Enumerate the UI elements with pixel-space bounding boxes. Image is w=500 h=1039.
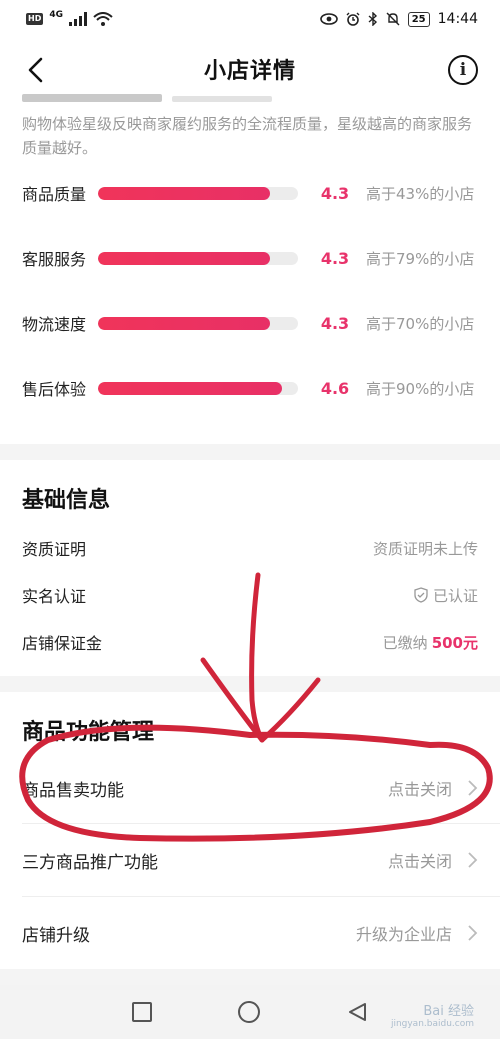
function-action[interactable]: 点击关闭 [388,776,452,800]
rating-bar-fill [98,251,270,265]
rating-bar [98,316,298,330]
section-gap [0,444,500,460]
rating-bar-fill [98,381,282,395]
info-value-wrap: 已缴纳 500元 [383,632,478,653]
home-icon[interactable] [238,1001,260,1023]
bluetooth-icon [368,12,377,26]
info-label: 实名认证 [22,587,87,606]
back-triangle-icon[interactable] [346,1001,368,1023]
info-value: 资质证明未上传 [372,539,478,558]
rating-row: 商品质量 4.3 高于43%的小店 [22,178,482,208]
back-chevron-icon[interactable] [18,52,54,88]
function-action-wrap: 点击关闭 [388,776,478,800]
watermark-sub: jingyan.baidu.com [390,1019,474,1029]
rating-label: 物流速度 [22,315,87,334]
function-action-wrap: 点击关闭 [388,848,478,872]
rating-bar-fill [98,186,270,200]
hd-badge: HD [26,13,44,25]
cut-off-row [22,90,478,102]
watermark-main: Bai 经验 [423,1004,474,1019]
rating-score: 4.3 [320,313,350,333]
status-bar: HD 4G 25 14:44 [0,0,500,38]
function-row-promotion[interactable]: 三方商品推广功能 点击关闭 [22,832,478,888]
chevron-right-icon [468,852,478,868]
info-label: 资质证明 [22,540,87,559]
page-title: 小店详情 [203,59,296,84]
status-right: 25 14:44 [319,11,478,27]
rating-compare: 高于90%的小店 [366,379,475,398]
functions-title: 商品功能管理 [22,720,155,745]
mute-bell-icon [386,12,400,26]
chevron-right-icon [468,925,478,941]
function-action[interactable]: 点击关闭 [388,848,452,872]
deposit-prefix: 已缴纳 [382,633,428,652]
rating-bar [98,381,298,395]
info-label: 店铺保证金 [22,634,103,653]
info-value-wrap: 已认证 [413,585,478,606]
status-left: HD 4G [26,10,113,26]
shield-check-icon [414,587,428,603]
function-action-wrap: 升级为企业店 [356,921,478,945]
rating-label: 商品质量 [22,185,87,204]
info-row-deposit: 店铺保证金 已缴纳 500元 [22,627,478,657]
function-row-selling[interactable]: 商品售卖功能 点击关闭 [22,760,478,816]
rating-compare: 高于70%的小店 [366,314,475,333]
alarm-icon [346,12,360,26]
rating-score: 4.6 [320,378,350,398]
rating-bar-fill [98,316,270,330]
rating-label: 客服服务 [22,250,87,269]
info-row-qualification: 资质证明 资质证明未上传 [22,533,478,563]
rating-bar [98,251,298,265]
info-value: 已认证 [432,586,478,605]
eye-icon [319,13,338,25]
rating-score: 4.3 [320,248,350,268]
basic-info-title: 基础信息 [22,488,111,513]
function-label: 三方商品推广功能 [22,852,158,873]
function-label: 商品售卖功能 [22,780,124,801]
rating-compare: 高于79%的小店 [366,249,475,268]
network-type: 4G [49,10,63,20]
info-icon[interactable]: i [448,55,478,85]
function-label: 店铺升级 [22,925,90,946]
divider [22,823,500,824]
section-gap [0,676,500,692]
annotation-arrow-head [200,657,321,743]
rating-label: 售后体验 [22,380,87,399]
function-action[interactable]: 升级为企业店 [356,921,452,945]
rating-row: 售后体验 4.6 高于90%的小店 [22,373,482,403]
status-time: 14:44 [437,11,478,27]
function-row-upgrade[interactable]: 店铺升级 升级为企业店 [22,905,478,961]
wifi-icon [93,12,113,26]
rating-row: 客服服务 4.3 高于79%的小店 [22,243,482,273]
rating-bar [98,186,298,200]
chevron-right-icon [468,780,478,796]
rating-description: 购物体验星级反映商家履约服务的全流程质量，星级越高的商家服务质量越好。 [22,115,473,157]
rating-compare: 高于43%的小店 [366,184,475,203]
rating-score: 4.3 [320,183,350,203]
info-row-realname: 实名认证 已认证 [22,580,478,610]
recent-apps-icon[interactable] [132,1002,152,1022]
rating-row: 物流速度 4.3 高于70%的小店 [22,308,482,338]
system-nav-bar: Bai 经验 jingyan.baidu.com [0,985,500,1039]
divider [22,896,500,897]
signal-icon [69,12,87,26]
battery-icon: 25 [407,11,430,27]
baidu-watermark: Bai 经验 jingyan.baidu.com [391,1005,474,1031]
deposit-amount: 500元 [431,633,478,652]
section-gap [0,969,500,985]
